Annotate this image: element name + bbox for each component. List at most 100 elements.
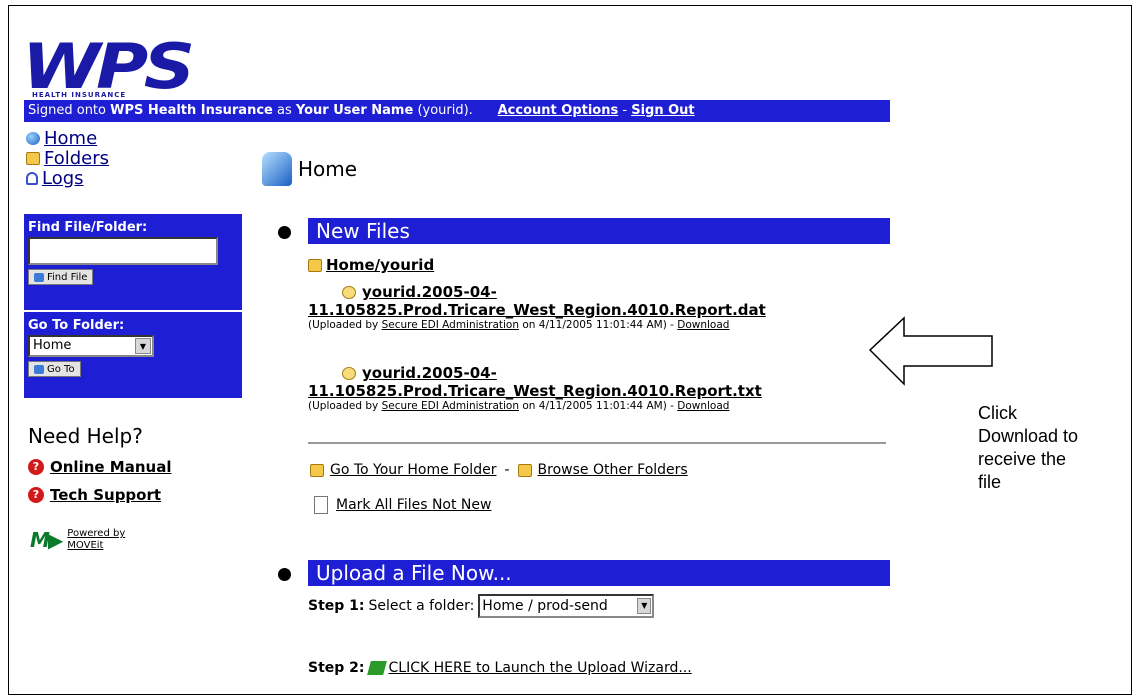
find-file-button[interactable]: Find File bbox=[28, 269, 94, 285]
chevron-down-icon[interactable]: ▼ bbox=[135, 338, 151, 354]
folder-path[interactable]: Home/yourid bbox=[326, 256, 434, 274]
go-to-button[interactable]: Go To bbox=[28, 361, 81, 377]
download-link[interactable]: Download bbox=[677, 400, 729, 412]
goto-folder-select[interactable]: Home ▼ bbox=[28, 335, 154, 357]
find-file-label: Find File bbox=[47, 271, 88, 283]
signon-bar: Signed onto WPS Health Insurance as Your… bbox=[24, 100, 890, 122]
new-files-heading: New Files bbox=[308, 218, 890, 244]
signon-as: as bbox=[277, 103, 292, 118]
find-panel-title: Find File/Folder: bbox=[28, 220, 148, 235]
folder-links-row: Go To Your Home Folder - Browse Other Fo… bbox=[310, 462, 688, 478]
annotation-text: Click Download to receive the file bbox=[978, 402, 1078, 494]
file-meta: (Uploaded by Secure EDI Administration o… bbox=[308, 319, 766, 331]
signon-separator: - bbox=[622, 103, 628, 118]
goto-panel: Go To Folder: Home ▼ Go To bbox=[24, 312, 242, 398]
signon-prefix: Signed onto bbox=[28, 103, 106, 118]
upload-step2: Step 2: CLICK HERE to Launch the Upload … bbox=[308, 660, 692, 676]
step1-text: Select a folder: bbox=[368, 598, 475, 614]
sidebar-item-label[interactable]: Folders bbox=[44, 148, 109, 169]
folder-go-icon bbox=[34, 364, 44, 374]
upload-folder-value: Home / prod-send bbox=[482, 598, 608, 614]
tech-support-item[interactable]: ? Tech Support bbox=[28, 486, 161, 504]
log-icon bbox=[26, 171, 38, 185]
signon-id: (yourid). bbox=[417, 103, 473, 118]
powered-line2: MOVEit bbox=[67, 540, 104, 551]
chevron-down-icon[interactable]: ▼ bbox=[637, 598, 652, 614]
moveit-logo-icon: M▶ bbox=[30, 528, 63, 552]
new-file-icon bbox=[342, 366, 356, 380]
page-title: Home bbox=[298, 157, 358, 181]
sidebar-item-label[interactable]: Logs bbox=[42, 168, 84, 189]
folder-icon bbox=[310, 463, 324, 477]
sign-out-link[interactable]: Sign Out bbox=[631, 103, 694, 118]
step1-label: Step 1: bbox=[308, 598, 365, 614]
upload-heading: Upload a File Now... bbox=[308, 560, 890, 586]
mark-all-link[interactable]: Mark All Files Not New bbox=[336, 497, 491, 513]
divider bbox=[308, 442, 886, 444]
page-icon bbox=[314, 496, 328, 514]
powered-line1: Powered by bbox=[67, 528, 126, 539]
file-entry: yourid.2005-04- 11.105825.Prod.Tricare_W… bbox=[308, 283, 766, 331]
section-bullet bbox=[278, 226, 291, 239]
find-input[interactable] bbox=[28, 237, 218, 265]
file-name-line1[interactable]: yourid.2005-04- bbox=[362, 364, 497, 382]
sidebar-item-home[interactable]: Home bbox=[26, 128, 109, 149]
folder-row: Home/yourid bbox=[308, 256, 434, 274]
online-manual-item[interactable]: ? Online Manual bbox=[28, 458, 171, 476]
file-name-line2[interactable]: 11.105825.Prod.Tricare_West_Region.4010.… bbox=[308, 301, 766, 319]
powered-by-moveit[interactable]: M▶ Powered by MOVEit bbox=[30, 528, 125, 552]
uploader-link[interactable]: Secure EDI Administration bbox=[382, 319, 519, 331]
online-manual-link[interactable]: Online Manual bbox=[50, 458, 171, 476]
annotation-arrow-icon bbox=[868, 316, 993, 386]
annotation-line: Download to bbox=[978, 426, 1079, 446]
page-heading: Home bbox=[262, 152, 357, 186]
upload-folder-select[interactable]: Home / prod-send ▼ bbox=[478, 594, 655, 618]
help-icon: ? bbox=[28, 459, 44, 475]
folder-icon bbox=[308, 258, 322, 272]
launch-upload-wizard-link[interactable]: CLICK HERE to Launch the Upload Wizard..… bbox=[389, 660, 692, 676]
download-link[interactable]: Download bbox=[677, 319, 729, 331]
annotation-line: file bbox=[978, 472, 1002, 492]
logo-text: WPS bbox=[22, 30, 195, 103]
wps-logo[interactable]: WPS HEALTH INSURANCE bbox=[22, 36, 232, 100]
step2-label: Step 2: bbox=[308, 660, 365, 676]
home-folder-link[interactable]: Home/yourid bbox=[308, 256, 434, 274]
folder-icon bbox=[517, 463, 532, 477]
help-icon: ? bbox=[28, 487, 44, 503]
folder-icon bbox=[26, 151, 40, 165]
file-entry: yourid.2005-04- 11.105825.Prod.Tricare_W… bbox=[308, 364, 762, 412]
meta-date: on 4/11/2005 11:01:44 AM) - bbox=[522, 400, 674, 412]
signon-org: WPS Health Insurance bbox=[110, 103, 273, 118]
meta-prefix: (Uploaded by bbox=[308, 400, 379, 412]
go-home-folder-link[interactable]: Go To Your Home Folder bbox=[330, 462, 496, 478]
upload-step1: Step 1: Select a folder: Home / prod-sen… bbox=[308, 594, 655, 618]
file-name-line1[interactable]: yourid.2005-04- bbox=[362, 283, 497, 301]
sidebar-nav: Home Folders Logs bbox=[26, 128, 109, 189]
uploader-link[interactable]: Secure EDI Administration bbox=[382, 400, 519, 412]
meta-date: on 4/11/2005 11:01:44 AM) - bbox=[522, 319, 674, 331]
home-globe-icon bbox=[262, 152, 292, 186]
sidebar-item-folders[interactable]: Folders bbox=[26, 148, 109, 169]
annotation-line: receive the bbox=[978, 449, 1067, 469]
annotation-line: Click bbox=[978, 403, 1017, 423]
sidebar-item-label[interactable]: Home bbox=[44, 128, 97, 149]
search-icon bbox=[34, 272, 44, 282]
logo-subtext: HEALTH INSURANCE bbox=[32, 91, 127, 99]
file-name-line2[interactable]: 11.105825.Prod.Tricare_West_Region.4010.… bbox=[308, 382, 762, 400]
section-bullet bbox=[278, 568, 291, 581]
goto-panel-title: Go To Folder: bbox=[28, 318, 125, 333]
powered-by-text[interactable]: Powered by MOVEit bbox=[67, 528, 125, 552]
meta-prefix: (Uploaded by bbox=[308, 319, 379, 331]
sidebar-item-logs[interactable]: Logs bbox=[26, 168, 109, 189]
tech-support-link[interactable]: Tech Support bbox=[50, 486, 161, 504]
links-separator: - bbox=[504, 462, 510, 478]
need-help-heading: Need Help? bbox=[28, 424, 143, 448]
upload-wizard-icon bbox=[366, 661, 387, 675]
new-file-icon bbox=[342, 285, 356, 299]
mark-all-row: Mark All Files Not New bbox=[314, 496, 491, 514]
signon-user: Your User Name bbox=[295, 103, 414, 118]
account-options-link[interactable]: Account Options bbox=[498, 103, 619, 118]
browse-folders-link[interactable]: Browse Other Folders bbox=[538, 462, 688, 478]
goto-folder-value: Home bbox=[33, 338, 72, 353]
globe-icon bbox=[26, 131, 40, 145]
